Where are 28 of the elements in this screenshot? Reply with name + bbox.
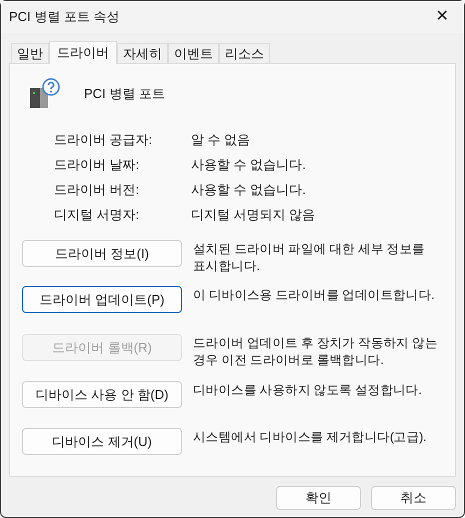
action-button[interactable]: 디바이스 제거(U) (22, 428, 182, 455)
action-description: 설치된 드라이버 파일에 대한 세부 정보를 표시합니다. (193, 241, 426, 275)
window-title: PCI 병렬 포트 속성 (9, 8, 120, 26)
property-label: 디지털 서명자: (54, 206, 140, 224)
computer-question-icon (28, 78, 60, 110)
dialog-button[interactable]: 확인 (276, 486, 361, 510)
tab[interactable]: 일반 (11, 43, 49, 63)
tab[interactable]: 이벤트 (168, 43, 219, 63)
device-name: PCI 병렬 포트 (84, 85, 165, 104)
dialog-button[interactable]: 취소 (371, 486, 456, 510)
property-value: 알 수 없음 (191, 131, 250, 150)
property-value: 사용할 수 없습니다. (191, 181, 306, 200)
action-button[interactable]: 드라이버 정보(I) (22, 240, 182, 267)
tab[interactable]: 리소스 (219, 43, 270, 63)
property-label: 드라이버 공급자: (54, 131, 154, 150)
property-label: 드라이버 버전: (54, 181, 140, 200)
property-label: 드라이버 날짜: (54, 156, 140, 174)
property-value: 사용할 수 없습니다. (191, 156, 306, 174)
tab[interactable]: 드라이버 (49, 41, 117, 64)
action-description: 시스템에서 디바이스를 제거합니다(고급). (193, 429, 428, 446)
property-value: 디지털 서명되지 않음 (191, 206, 316, 224)
action-description: 드라이버 업데이트 후 장치가 작동하지 않는 경우 이전 드라이버로 롤백합니다. (193, 335, 438, 369)
action-button[interactable]: 드라이버 업데이트(P) (22, 286, 182, 313)
close-button[interactable]: ✕ (424, 3, 460, 31)
action-description: 디바이스를 사용하지 않도록 설정합니다. (193, 382, 423, 399)
action-description: 이 디바이스용 드라이버를 업데이트합니다. (193, 287, 436, 304)
action-button[interactable]: 디바이스 사용 안 함(D) (22, 381, 182, 408)
tab[interactable]: 자세히 (117, 43, 168, 63)
